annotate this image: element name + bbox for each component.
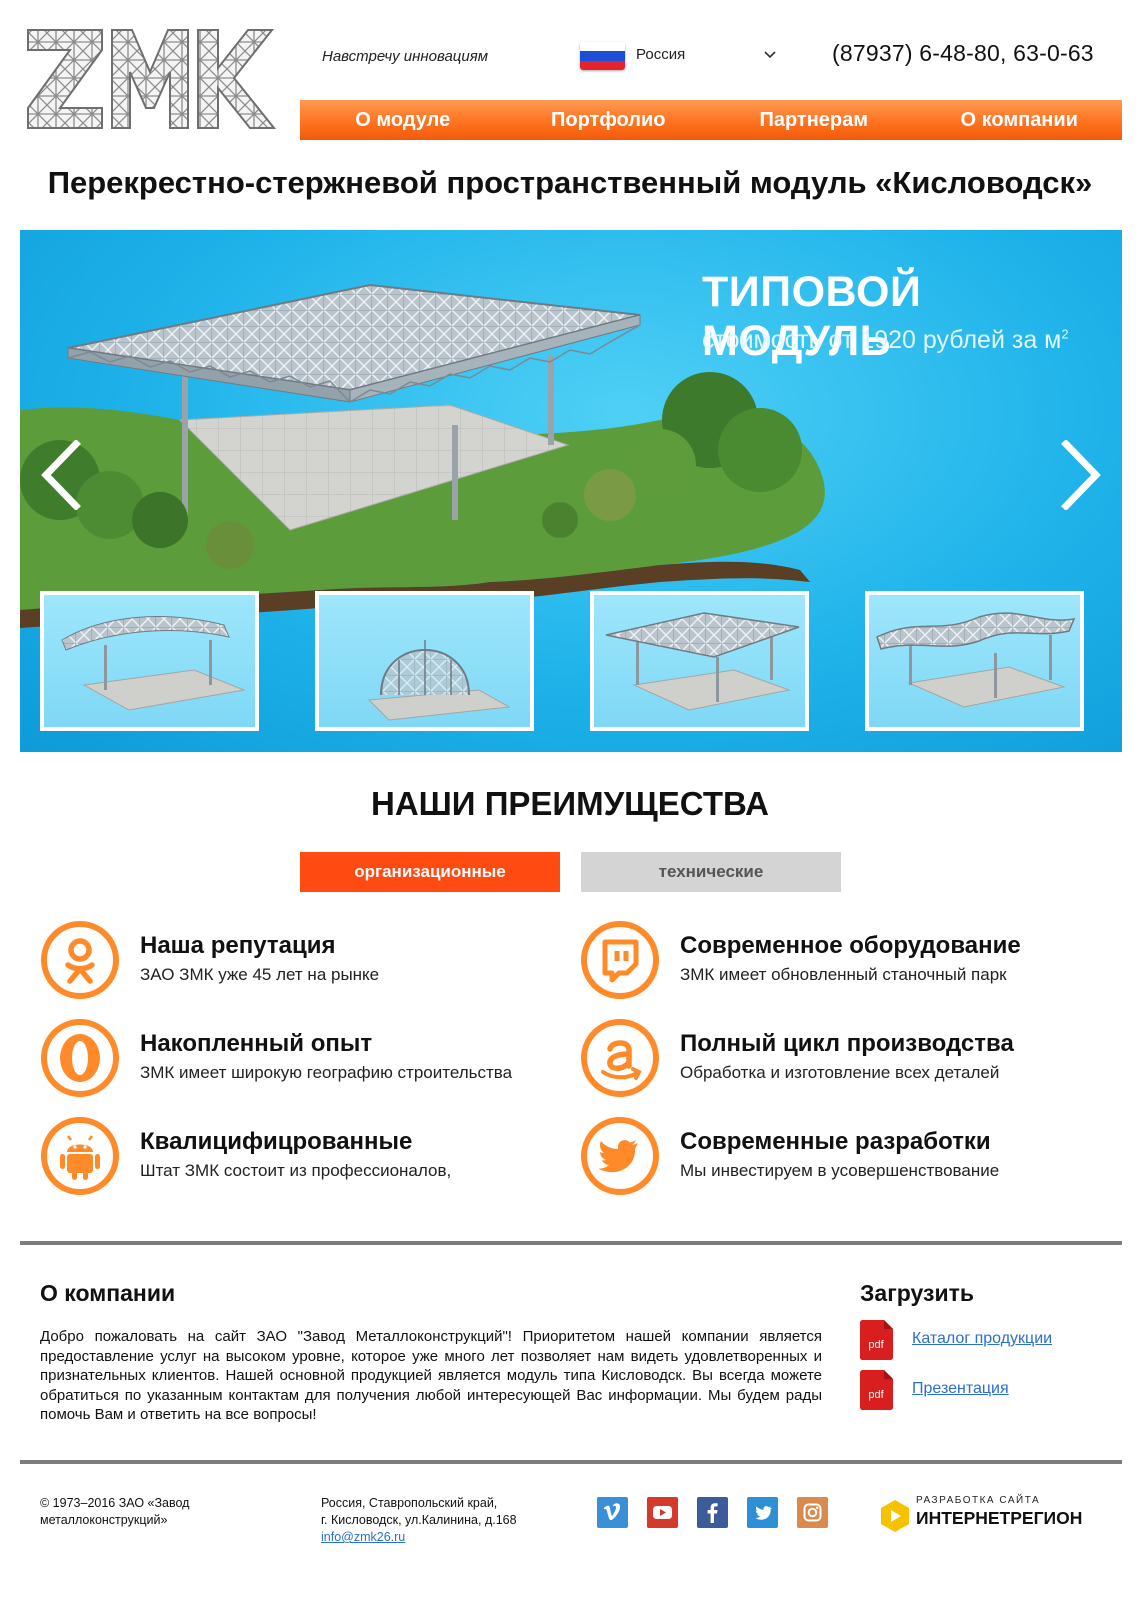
pdf-file-icon: pdf: [860, 1320, 893, 1360]
amazon-icon: [581, 1019, 659, 1097]
downloads-title: Загрузить: [860, 1280, 974, 1306]
twitter-icon: [581, 1117, 659, 1195]
footer-address: Россия, Ставропольский край, г. Кисловод…: [321, 1495, 571, 1546]
facebook-icon[interactable]: [697, 1497, 728, 1528]
feature-description: ЗМК имеет обновленный станочный парк: [680, 965, 1007, 984]
about-title: О компании: [40, 1280, 176, 1306]
nav-item-portfolio[interactable]: Портфолио: [506, 100, 712, 140]
feature-description: ЗАО ЗМК уже 45 лет на рынке: [140, 965, 380, 984]
feature-experience: Накопленный опыт ЗМК имеет широкую геогр…: [40, 1018, 580, 1098]
footer-divider: [20, 1460, 1122, 1464]
feature-title: Современные разработки: [680, 1128, 991, 1155]
feature-description: Мы инвестируем в усовершенствование: [680, 1161, 1000, 1180]
vimeo-icon[interactable]: [597, 1497, 628, 1528]
country-name: Россия: [636, 46, 686, 63]
presentation-link[interactable]: Презентация: [912, 1380, 1009, 1398]
flat-module-thumbnail-image: [605, 612, 800, 711]
download-catalog[interactable]: pdf Каталог продукции: [860, 1320, 1110, 1360]
feature-reputation: Наша репутация ЗАО ЗМК уже 45 лет на рын…: [40, 920, 580, 1000]
android-icon: [41, 1117, 119, 1195]
feature-title: Накопленный опыт: [140, 1030, 373, 1057]
twitter-social-icon[interactable]: [747, 1497, 778, 1528]
feature-description: Обработка и изготовление всех деталей: [680, 1063, 1000, 1082]
developer-name: ИНТЕРНЕТРЕГИОН: [916, 1508, 1083, 1528]
odnoklassniki-icon: [41, 921, 119, 999]
feature-equipment: Современное оборудование ЗМК имеет обнов…: [580, 920, 1120, 1000]
pdf-label: pdf: [868, 1389, 884, 1401]
section-divider: [20, 1241, 1122, 1245]
page-title: Перекрестно-стержневой пространственный …: [47, 165, 1093, 200]
zmk-logo-graphic: [27, 29, 277, 129]
tab-organizational[interactable]: организационные: [300, 852, 560, 892]
feature-title: Современное оборудование: [680, 932, 1021, 959]
canopy-arch-thumbnail-image: [61, 616, 246, 711]
opera-icon: [41, 1019, 119, 1097]
advantages-title: НАШИ ПРЕИМУЩЕСТВА: [370, 785, 769, 822]
feature-description: ЗМК имеет широкую географию строительств…: [140, 1063, 513, 1082]
twitch-icon: [581, 921, 659, 999]
address-line-2: г. Кисловодск, ул.Калинина, д.168: [321, 1513, 517, 1527]
developer-credit[interactable]: РАЗРАБОТКА САЙТА ИНТЕРНЕТРЕГИОН: [880, 1495, 1100, 1535]
pdf-label: pdf: [868, 1339, 884, 1351]
country-selector[interactable]: Россия: [580, 40, 780, 72]
instagram-icon[interactable]: [797, 1497, 828, 1528]
about-text: Добро пожаловать на сайт ЗАО "Завод Мета…: [40, 1328, 822, 1423]
footer-email-link[interactable]: info@zmk26.ru: [321, 1529, 571, 1546]
feature-description: Штат ЗМК состоит из профессионалов,: [140, 1161, 452, 1180]
pdf-file-icon: pdf: [860, 1370, 893, 1410]
slider-thumbnail-canopy-arch[interactable]: [40, 591, 259, 731]
slider-thumbnail-flat-module[interactable]: [590, 591, 809, 731]
phone-number[interactable]: (87937) 6-48-80, 63-0-63: [832, 40, 1094, 67]
russia-flag-icon: [580, 42, 625, 70]
feature-full-cycle: Полный цикл производства Обработка и изг…: [580, 1018, 1120, 1098]
chevron-down-icon: [764, 51, 776, 59]
feature-title: Наша репутация: [140, 932, 336, 959]
footer-copyright: © 1973–2016 ЗАО «Завод металлоконструкци…: [40, 1496, 190, 1527]
nav-item-about-module[interactable]: О модуле: [300, 100, 506, 140]
hero-price-unit-sup: 2: [1061, 326, 1069, 342]
slider-prev-arrow-icon[interactable]: [38, 440, 82, 510]
nav-item-about-company[interactable]: О компании: [917, 100, 1123, 140]
feature-title: Квалицифицрованные: [140, 1128, 413, 1155]
zmk-logo[interactable]: [20, 24, 280, 134]
hero-price-text: стоимость от 1920 рублей за м: [702, 326, 1062, 354]
tab-technical[interactable]: технические: [581, 852, 841, 892]
feature-developments: Современные разработки Мы инвестируем в …: [580, 1116, 1120, 1196]
youtube-icon[interactable]: [647, 1497, 678, 1528]
slider-next-arrow-icon[interactable]: [1060, 440, 1104, 510]
wave-module-thumbnail-image: [876, 612, 1076, 708]
developer-caption: РАЗРАБОТКА САЙТА: [916, 1495, 1041, 1506]
hero-slider: ТИПОВОЙ МОДУЛЬ стоимость от 1920 рублей …: [20, 230, 1122, 752]
dome-thumbnail-image: [367, 640, 511, 721]
download-presentation[interactable]: pdf Презентация: [860, 1370, 1110, 1410]
slider-thumbnail-dome[interactable]: [315, 591, 534, 731]
site-tagline: Навстречу инновациям: [322, 48, 489, 65]
feature-title: Полный цикл производства: [680, 1030, 1014, 1057]
address-line-1: Россия, Ставропольский край,: [321, 1496, 498, 1510]
slider-thumbnail-wave-module[interactable]: [865, 591, 1084, 731]
catalog-link[interactable]: Каталог продукции: [912, 1330, 1052, 1348]
main-nav: О модуле Портфолио Партнерам О компании: [300, 100, 1122, 140]
feature-qualified: Квалицифицрованные Штат ЗМК состоит из п…: [40, 1116, 580, 1196]
hero-subtitle: стоимость от 1920 рублей за м2: [702, 326, 1069, 355]
internetregion-logo-icon: [881, 1500, 909, 1532]
nav-item-partners[interactable]: Партнерам: [711, 100, 917, 140]
